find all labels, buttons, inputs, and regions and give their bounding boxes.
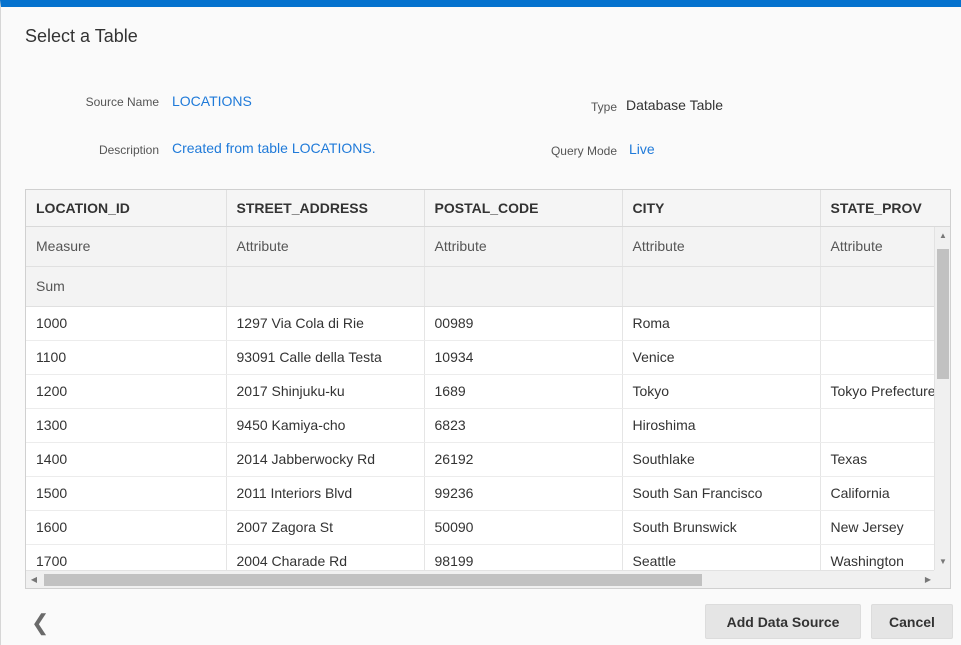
table-cell[interactable]: 2014 Jabberwocky Rd: [226, 442, 425, 477]
table-row[interactable]: 1000 1297 Via Cola di Rie 00989 Roma: [26, 306, 950, 341]
table-cell[interactable]: Tokyo Prefecture: [820, 374, 950, 409]
table-cell[interactable]: 10934: [424, 340, 623, 375]
table-row[interactable]: 1600 2007 Zagora St 50090 South Brunswick Ne…: [26, 510, 950, 545]
vertical-scrollbar[interactable]: ▲ ▼: [934, 227, 950, 571]
table-cell[interactable]: 2007 Zagora St: [226, 510, 425, 545]
add-data-source-button[interactable]: Add Data Source: [705, 604, 861, 639]
preview-table: LOCATION_ID STREET_ADDRESS POSTAL_CODE C…: [26, 190, 950, 579]
column-header[interactable]: POSTAL_CODE: [424, 190, 623, 227]
vertical-scroll-thumb[interactable]: [937, 249, 949, 379]
horizontal-scrollbar[interactable]: ◀ ▶: [26, 570, 936, 588]
column-type-cell[interactable]: Attribute: [820, 226, 950, 267]
table-cell[interactable]: 1297 Via Cola di Rie: [226, 306, 425, 341]
query-mode-label: Query Mode: [550, 144, 617, 158]
table-cell[interactable]: 50090: [424, 510, 623, 545]
table-cell[interactable]: New Jersey: [820, 510, 950, 545]
description-label: Description: [98, 143, 159, 157]
table-cell[interactable]: 1100: [26, 340, 227, 375]
table-cell[interactable]: Tokyo: [622, 374, 821, 409]
data-preview-grid: LOCATION_ID STREET_ADDRESS POSTAL_CODE C…: [25, 189, 951, 589]
scroll-up-icon[interactable]: ▲: [935, 229, 950, 243]
table-cell[interactable]: 93091 Calle della Testa: [226, 340, 425, 375]
table-cell[interactable]: 1600: [26, 510, 227, 545]
dialog-title: Select a Table: [25, 26, 138, 46]
table-cell[interactable]: [820, 408, 950, 443]
column-header[interactable]: CITY: [622, 190, 821, 227]
table-row[interactable]: 1100 93091 Calle della Testa 10934 Venice: [26, 340, 950, 375]
table-cell[interactable]: 2011 Interiors Blvd: [226, 476, 425, 511]
header-row: LOCATION_ID STREET_ADDRESS POSTAL_CODE C…: [26, 190, 950, 227]
table-cell[interactable]: California: [820, 476, 950, 511]
scroll-down-icon[interactable]: ▼: [935, 555, 950, 569]
table-cell[interactable]: 1300: [26, 408, 227, 443]
type-value: Database Table: [626, 97, 724, 113]
table-row[interactable]: 1200 2017 Shinjuku-ku 1689 Tokyo Tokyo Prefe…: [26, 374, 950, 409]
table-cell[interactable]: 1000: [26, 306, 227, 341]
scrollbar-corner: [934, 570, 950, 588]
aggregation-cell[interactable]: [424, 266, 623, 307]
column-header[interactable]: STATE_PROV: [820, 190, 950, 227]
column-type-cell[interactable]: Attribute: [622, 226, 821, 267]
select-table-dialog: Select a Table Source Name LOCATIONS Typ…: [0, 0, 961, 645]
chevron-left-icon[interactable]: ❮: [31, 612, 49, 634]
type-label: Type: [590, 100, 617, 114]
table-row[interactable]: 1400 2014 Jabberwocky Rd 26192 Southlake Tex…: [26, 442, 950, 477]
table-cell[interactable]: 1689: [424, 374, 623, 409]
table-cell[interactable]: 26192: [424, 442, 623, 477]
table-cell[interactable]: 00989: [424, 306, 623, 341]
table-cell[interactable]: Hiroshima: [622, 408, 821, 443]
table-cell[interactable]: 99236: [424, 476, 623, 511]
description-value[interactable]: Created from table LOCATIONS.: [172, 140, 376, 156]
table-cell[interactable]: 1200: [26, 374, 227, 409]
table-cell[interactable]: South San Francisco: [622, 476, 821, 511]
column-type-row: Measure Attribute Attribute Attribute At…: [26, 226, 950, 267]
aggregation-row: Sum: [26, 266, 950, 307]
table-cell[interactable]: 2017 Shinjuku-ku: [226, 374, 425, 409]
column-type-cell[interactable]: Measure: [26, 226, 227, 267]
table-cell[interactable]: 1400: [26, 442, 227, 477]
column-header[interactable]: STREET_ADDRESS: [226, 190, 425, 227]
table-cell[interactable]: [820, 306, 950, 341]
table-cell[interactable]: South Brunswick: [622, 510, 821, 545]
table-cell[interactable]: 6823: [424, 408, 623, 443]
column-type-cell[interactable]: Attribute: [226, 226, 425, 267]
table-row[interactable]: 1300 9450 Kamiya-cho 6823 Hiroshima: [26, 408, 950, 443]
table-cell[interactable]: Southlake: [622, 442, 821, 477]
column-header[interactable]: LOCATION_ID: [26, 190, 227, 227]
horizontal-scroll-thumb[interactable]: [44, 574, 702, 586]
aggregation-cell[interactable]: [622, 266, 821, 307]
source-name-label: Source Name: [85, 95, 159, 109]
table-cell[interactable]: 9450 Kamiya-cho: [226, 408, 425, 443]
aggregation-cell[interactable]: [226, 266, 425, 307]
cancel-button[interactable]: Cancel: [871, 604, 953, 639]
aggregation-cell[interactable]: [820, 266, 950, 307]
scroll-left-icon[interactable]: ◀: [26, 571, 42, 588]
table-cell[interactable]: [820, 340, 950, 375]
table-cell[interactable]: Roma: [622, 306, 821, 341]
table-cell[interactable]: Venice: [622, 340, 821, 375]
column-type-cell[interactable]: Attribute: [424, 226, 623, 267]
query-mode-value[interactable]: Live: [629, 141, 655, 157]
table-row[interactable]: 1500 2011 Interiors Blvd 99236 South San Fr…: [26, 476, 950, 511]
table-cell[interactable]: 1500: [26, 476, 227, 511]
aggregation-cell[interactable]: Sum: [26, 266, 227, 307]
source-name-value[interactable]: LOCATIONS: [172, 93, 252, 109]
table-cell[interactable]: Texas: [820, 442, 950, 477]
